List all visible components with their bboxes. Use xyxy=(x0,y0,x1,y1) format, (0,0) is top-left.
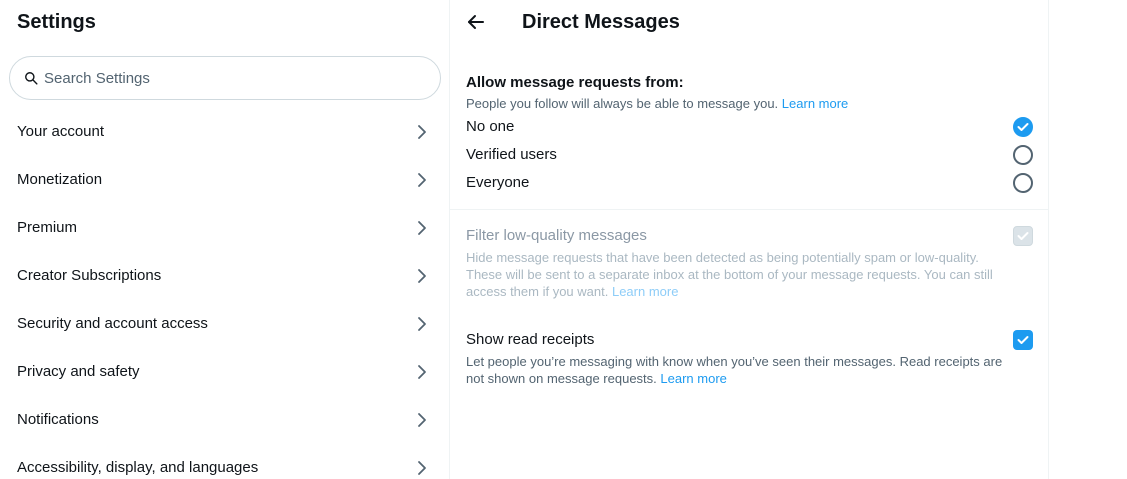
search-icon xyxy=(25,72,38,85)
radio-label: No one xyxy=(466,118,515,135)
chevron-right-icon xyxy=(418,221,426,235)
filter-desc-text: Hide message requests that have been det… xyxy=(466,250,993,299)
search-box[interactable] xyxy=(9,56,441,100)
radio-unchecked[interactable] xyxy=(1013,173,1033,193)
radio-label: Verified users xyxy=(466,146,557,163)
filter-description: Hide message requests that have been det… xyxy=(466,249,1014,300)
chevron-right-icon xyxy=(418,173,426,187)
menu-item-accessibility[interactable]: Accessibility, display, and languages xyxy=(0,444,449,479)
allow-requests-desc: People you follow will always be able to… xyxy=(466,96,779,111)
learn-more-link[interactable]: Learn more xyxy=(782,96,848,111)
chevron-right-icon xyxy=(418,125,426,139)
settings-column: Settings Your account Monetization Premi… xyxy=(0,0,450,479)
page-title: Direct Messages xyxy=(522,11,680,33)
back-button[interactable] xyxy=(466,12,486,32)
menu-item-creator-subscriptions[interactable]: Creator Subscriptions xyxy=(0,252,449,300)
menu-item-monetization[interactable]: Monetization xyxy=(0,156,449,204)
read-receipts-checkbox[interactable] xyxy=(1013,330,1033,350)
filter-checkbox xyxy=(1013,226,1033,246)
allow-requests-subtext: People you follow will always be able to… xyxy=(466,95,848,113)
chevron-right-icon xyxy=(418,365,426,379)
radio-unchecked[interactable] xyxy=(1013,145,1033,165)
read-receipts-description: Let people you’re messaging with know wh… xyxy=(466,353,1014,387)
radio-option-verified-users[interactable]: Verified users xyxy=(466,141,1033,169)
menu-item-label: Creator Subscriptions xyxy=(17,267,162,284)
settings-title: Settings xyxy=(17,11,96,33)
dm-settings-panel: Direct Messages Allow message requests f… xyxy=(450,0,1049,479)
radio-option-everyone[interactable]: Everyone xyxy=(466,169,1033,197)
menu-item-privacy[interactable]: Privacy and safety xyxy=(0,348,449,396)
menu-item-label: Premium xyxy=(17,219,78,236)
checkmark-icon xyxy=(1017,232,1029,240)
read-receipts-desc-text: Let people you’re messaging with know wh… xyxy=(466,354,1003,386)
arrow-left-icon xyxy=(468,15,484,29)
radio-label: Everyone xyxy=(466,174,530,191)
menu-item-label: Security and account access xyxy=(17,315,208,332)
menu-item-premium[interactable]: Premium xyxy=(0,204,449,252)
menu-item-label: Accessibility, display, and languages xyxy=(17,459,259,476)
menu-item-notifications[interactable]: Notifications xyxy=(0,396,449,444)
chevron-right-icon xyxy=(418,461,426,475)
menu-item-label: Your account xyxy=(17,123,105,140)
checkmark-icon xyxy=(1017,336,1029,344)
allow-requests-heading: Allow message requests from: xyxy=(466,74,684,91)
settings-menu: Your account Monetization Premium Creato… xyxy=(0,108,449,479)
chevron-right-icon xyxy=(418,269,426,283)
learn-more-link[interactable]: Learn more xyxy=(660,371,726,386)
radio-checked[interactable] xyxy=(1013,117,1033,137)
panel-header: Direct Messages xyxy=(450,0,1049,44)
divider xyxy=(450,209,1049,210)
menu-item-label: Monetization xyxy=(17,171,103,188)
chevron-right-icon xyxy=(418,413,426,427)
search-input[interactable] xyxy=(44,69,424,87)
menu-item-your-account[interactable]: Your account xyxy=(0,108,449,156)
menu-item-security[interactable]: Security and account access xyxy=(0,300,449,348)
menu-item-label: Privacy and safety xyxy=(17,363,140,380)
learn-more-link[interactable]: Learn more xyxy=(612,284,678,299)
menu-item-label: Notifications xyxy=(17,411,99,428)
filter-title: Filter low-quality messages xyxy=(466,227,647,244)
read-receipts-title: Show read receipts xyxy=(466,331,595,348)
chevron-right-icon xyxy=(418,317,426,331)
checkmark-icon xyxy=(1017,123,1029,131)
radio-option-no-one[interactable]: No one xyxy=(466,113,1033,141)
